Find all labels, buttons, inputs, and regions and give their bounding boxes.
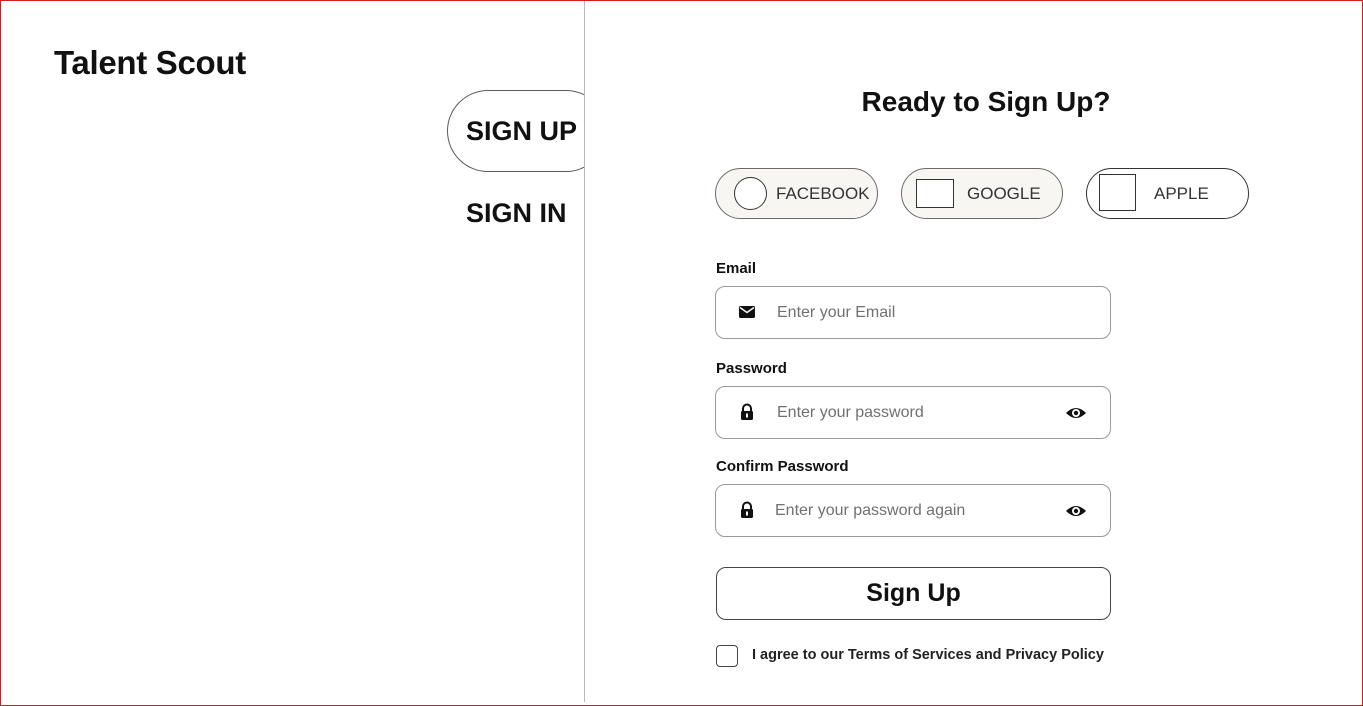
google-button[interactable]: GOOGLE xyxy=(901,168,1063,219)
eye-icon[interactable] xyxy=(1065,403,1087,423)
mail-icon xyxy=(739,306,755,318)
confirm-password-label: Confirm Password xyxy=(716,458,849,475)
facebook-icon xyxy=(734,177,767,210)
email-input[interactable] xyxy=(777,287,1057,338)
apple-icon xyxy=(1099,174,1136,211)
tab-sign-up-label: SIGN UP xyxy=(466,115,578,146)
agree-checkbox[interactable] xyxy=(716,645,738,667)
google-icon xyxy=(916,179,954,208)
confirm-password-field xyxy=(715,484,1111,537)
password-label: Password xyxy=(716,360,787,377)
tab-sign-up[interactable]: SIGN UP xyxy=(447,90,607,172)
google-button-label: GOOGLE xyxy=(967,183,1041,203)
tab-sign-in[interactable]: SIGN IN xyxy=(466,198,567,229)
password-field xyxy=(715,386,1111,439)
lock-icon xyxy=(741,403,753,420)
brand-title: Talent Scout xyxy=(54,44,246,81)
lock-icon xyxy=(741,501,753,518)
eye-icon[interactable] xyxy=(1065,501,1087,521)
confirm-password-input[interactable] xyxy=(775,485,1055,536)
sign-up-button[interactable]: Sign Up xyxy=(716,567,1111,620)
email-label: Email xyxy=(716,260,757,277)
facebook-button[interactable]: FACEBOOK xyxy=(715,168,878,219)
agree-text: I agree to our Terms of Services and Pri… xyxy=(752,647,1104,663)
facebook-button-label: FACEBOOK xyxy=(776,183,870,203)
tab-connector xyxy=(585,80,615,180)
email-field xyxy=(715,286,1111,339)
form-heading: Ready to Sign Up? xyxy=(861,86,1111,117)
apple-button[interactable]: APPLE xyxy=(1086,168,1249,219)
password-input[interactable] xyxy=(777,387,1057,438)
panel-divider xyxy=(584,1,585,702)
apple-button-label: APPLE xyxy=(1154,183,1209,203)
